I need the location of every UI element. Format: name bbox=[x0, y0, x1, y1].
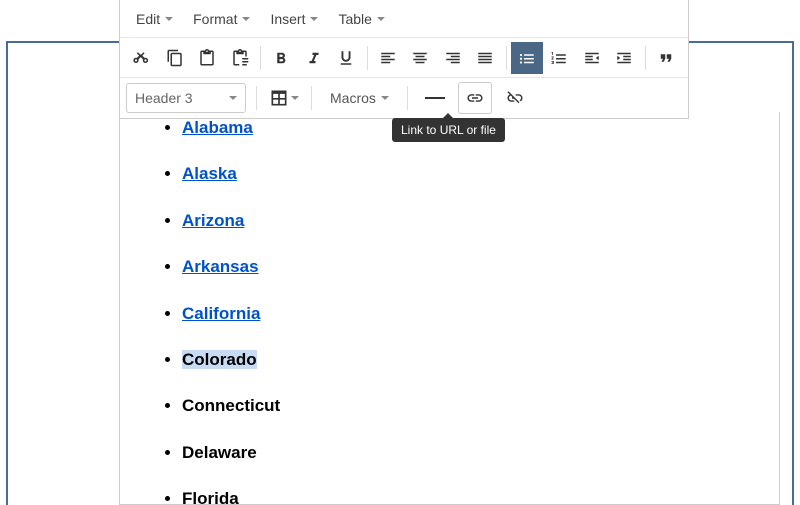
macros-label: Macros bbox=[330, 90, 376, 106]
underline-button[interactable] bbox=[330, 42, 363, 74]
bold-button[interactable] bbox=[265, 42, 298, 74]
secondary-toolbar: Header 3 Macros bbox=[120, 78, 688, 118]
align-left-button[interactable] bbox=[372, 42, 405, 74]
bullet-list-button[interactable] bbox=[511, 42, 544, 74]
cut-icon bbox=[133, 49, 151, 67]
menu-insert[interactable]: Insert bbox=[260, 5, 328, 33]
heading-select-label: Header 3 bbox=[135, 90, 193, 106]
outdent-icon bbox=[583, 49, 601, 67]
state-text[interactable]: Florida bbox=[182, 489, 239, 505]
align-justify-icon bbox=[476, 49, 494, 67]
state-link[interactable]: Alabama bbox=[182, 118, 253, 137]
italic-button[interactable] bbox=[298, 42, 331, 74]
state-link[interactable]: California bbox=[182, 304, 260, 323]
link-button[interactable] bbox=[458, 82, 492, 114]
list-item: California bbox=[182, 304, 759, 324]
paste-text-icon bbox=[231, 49, 249, 67]
bullet-list-icon bbox=[518, 49, 536, 67]
separator bbox=[645, 46, 646, 70]
list-item: Florida bbox=[182, 489, 759, 505]
caret-icon bbox=[381, 96, 389, 100]
align-right-button[interactable] bbox=[437, 42, 470, 74]
menu-bar: Edit Format Insert Table bbox=[120, 0, 688, 38]
state-text[interactable]: Connecticut bbox=[182, 396, 280, 415]
link-tooltip: Link to URL or file bbox=[392, 118, 505, 142]
list-item: Alaska bbox=[182, 164, 759, 184]
separator bbox=[407, 86, 408, 110]
state-link[interactable]: Arkansas bbox=[182, 257, 259, 276]
horizontal-rule-button[interactable] bbox=[418, 82, 452, 114]
numbered-list-button[interactable] bbox=[543, 42, 576, 74]
underline-icon bbox=[337, 49, 355, 67]
numbered-list-icon bbox=[550, 49, 568, 67]
align-right-icon bbox=[444, 49, 462, 67]
macros-button[interactable]: Macros bbox=[322, 84, 397, 112]
cut-button[interactable] bbox=[126, 42, 159, 74]
menu-edit-label: Edit bbox=[136, 11, 160, 27]
state-text-selected[interactable]: Colorado bbox=[182, 350, 257, 369]
menu-insert-label: Insert bbox=[270, 11, 305, 27]
indent-icon bbox=[615, 49, 633, 67]
editor-toolbar: Edit Format Insert Table Header 3 bbox=[119, 0, 689, 119]
copy-button[interactable] bbox=[159, 42, 192, 74]
align-center-button[interactable] bbox=[404, 42, 437, 74]
unlink-icon bbox=[506, 89, 524, 107]
caret-icon bbox=[291, 96, 299, 100]
separator bbox=[256, 86, 257, 110]
caret-icon bbox=[229, 96, 237, 100]
caret-icon bbox=[242, 17, 250, 21]
caret-icon bbox=[377, 17, 385, 21]
separator bbox=[506, 46, 507, 70]
heading-select[interactable]: Header 3 bbox=[126, 83, 246, 113]
list-item: Delaware bbox=[182, 443, 759, 463]
link-icon bbox=[466, 89, 484, 107]
table-button[interactable] bbox=[267, 82, 301, 114]
format-toolbar bbox=[120, 38, 688, 78]
menu-format-label: Format bbox=[193, 11, 237, 27]
menu-table[interactable]: Table bbox=[328, 5, 394, 33]
paste-button[interactable] bbox=[191, 42, 224, 74]
state-text[interactable]: Delaware bbox=[182, 443, 257, 462]
unlink-button[interactable] bbox=[498, 82, 532, 114]
align-center-icon bbox=[411, 49, 429, 67]
align-justify-button[interactable] bbox=[469, 42, 502, 74]
state-link[interactable]: Alaska bbox=[182, 164, 237, 183]
list-item: Arkansas bbox=[182, 257, 759, 277]
outdent-button[interactable] bbox=[576, 42, 609, 74]
bold-icon bbox=[272, 49, 290, 67]
caret-icon bbox=[310, 17, 318, 21]
menu-table-label: Table bbox=[338, 11, 371, 27]
table-icon bbox=[269, 88, 289, 108]
indent-button[interactable] bbox=[608, 42, 641, 74]
menu-edit[interactable]: Edit bbox=[126, 5, 183, 33]
states-list: Alabama Alaska Arizona Arkansas California Co… bbox=[164, 118, 759, 505]
align-left-icon bbox=[379, 49, 397, 67]
paste-icon bbox=[198, 49, 216, 67]
list-item: Colorado bbox=[182, 350, 759, 370]
separator bbox=[260, 46, 261, 70]
separator bbox=[311, 86, 312, 110]
blockquote-button[interactable] bbox=[650, 42, 683, 74]
separator bbox=[367, 46, 368, 70]
italic-icon bbox=[305, 49, 323, 67]
blockquote-icon bbox=[657, 49, 675, 67]
list-item: Arizona bbox=[182, 211, 759, 231]
menu-format[interactable]: Format bbox=[183, 5, 260, 33]
state-link[interactable]: Arizona bbox=[182, 211, 244, 230]
editor-content[interactable]: Alabama Alaska Arizona Arkansas California Co… bbox=[119, 112, 780, 505]
copy-icon bbox=[166, 49, 184, 67]
caret-icon bbox=[165, 17, 173, 21]
paste-text-button[interactable] bbox=[224, 42, 257, 74]
horizontal-rule-icon bbox=[425, 97, 445, 99]
list-item: Connecticut bbox=[182, 396, 759, 416]
